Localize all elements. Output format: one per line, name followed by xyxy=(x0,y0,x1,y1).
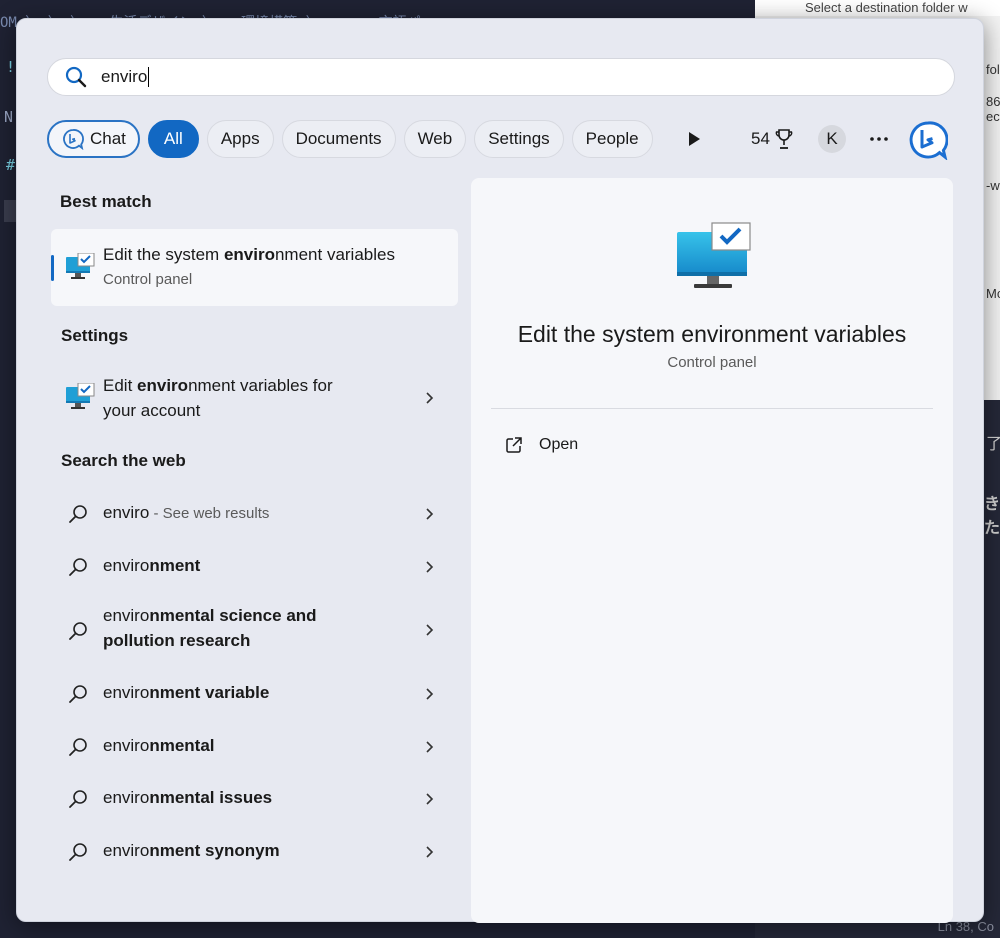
tab-all[interactable]: All xyxy=(147,120,199,158)
best-match-item[interactable]: Edit the system environment variables Co… xyxy=(51,229,458,306)
search-icon xyxy=(69,790,87,808)
system-properties-icon xyxy=(66,253,95,279)
best-match-heading: Best match xyxy=(60,192,152,211)
text-caret xyxy=(148,67,150,88)
web-result-row[interactable]: environment xyxy=(51,550,458,584)
web-result-row[interactable]: environmental science and pollution resea… xyxy=(51,602,458,658)
background-fragment: Mc xyxy=(986,286,1000,301)
tab-documents[interactable]: Documents xyxy=(281,120,396,158)
background-block xyxy=(4,200,16,222)
search-icon xyxy=(69,685,87,703)
open-label: Open xyxy=(539,436,579,453)
tab-chat[interactable]: Chat xyxy=(47,120,140,158)
background-fragment: 了 xyxy=(986,436,1000,453)
background-mark: ! xyxy=(6,58,16,76)
divider xyxy=(491,408,933,409)
chevron-right-icon xyxy=(426,741,434,753)
background-mark: N xyxy=(4,108,14,126)
preview-subtitle: Control panel xyxy=(667,354,757,371)
settings-item-label: Edit environment variables for your acco… xyxy=(103,376,333,420)
system-properties-icon xyxy=(677,222,751,288)
background-fragment: ect xyxy=(986,109,1000,124)
search-icon xyxy=(69,738,87,756)
chevron-right-icon xyxy=(426,688,434,700)
best-match-title: Edit the system environment variables xyxy=(103,245,395,264)
bing-icon[interactable] xyxy=(908,120,948,160)
more-options-icon[interactable] xyxy=(869,135,889,143)
settings-heading: Settings xyxy=(61,326,129,345)
search-panel: enviro Chat All Apps Documents Web Setti… xyxy=(16,18,984,923)
tab-settings[interactable]: Settings xyxy=(474,120,564,158)
tab-web[interactable]: Web xyxy=(403,120,467,158)
web-result-row[interactable]: environment variable xyxy=(51,677,458,711)
filter-tabs: Chat All Apps Documents Web Settings Peo… xyxy=(47,119,661,159)
chevron-right-icon xyxy=(426,793,434,805)
settings-item-user-env[interactable]: Edit environment variables for your acco… xyxy=(51,369,458,429)
web-result-label: enviro - See web results xyxy=(103,503,270,522)
chevron-right-icon xyxy=(426,624,434,636)
chevron-right-icon xyxy=(426,846,434,858)
web-result-label: environment xyxy=(103,556,201,575)
tab-people[interactable]: People xyxy=(571,120,653,158)
search-icon xyxy=(69,558,87,576)
open-external-icon xyxy=(506,437,522,453)
web-result-row[interactable]: environment synonym xyxy=(51,835,458,869)
web-result-row[interactable]: environmental xyxy=(51,730,458,764)
search-icon xyxy=(69,505,87,523)
system-properties-icon xyxy=(66,383,95,409)
search-icon xyxy=(65,66,87,88)
open-action[interactable]: Open xyxy=(505,433,578,457)
background-fragment: きた xyxy=(984,496,1000,537)
background-fragment: fol xyxy=(986,62,1000,77)
chevron-right-icon xyxy=(426,508,434,520)
background-fragment: -w xyxy=(986,178,1000,193)
search-input[interactable]: enviro xyxy=(101,67,954,88)
best-match-subtitle: Control panel xyxy=(103,271,193,288)
tab-chat-label: Chat xyxy=(90,129,126,148)
tab-apps[interactable]: Apps xyxy=(206,120,274,158)
search-icon xyxy=(69,843,87,861)
rewards-points-value: 54 xyxy=(751,129,770,148)
avatar[interactable]: K xyxy=(818,125,846,153)
play-more-icon[interactable] xyxy=(687,131,701,147)
background-mark: # xyxy=(6,156,16,174)
search-box[interactable]: enviro xyxy=(47,58,955,96)
selection-accent xyxy=(51,255,54,281)
trophy-icon xyxy=(775,129,793,149)
chevron-right-icon xyxy=(426,392,434,404)
web-result-label: environmental issues xyxy=(103,788,273,807)
web-result-label: environmental science and pollution resea… xyxy=(103,606,317,650)
web-result-label: environment variable xyxy=(103,683,270,702)
preview-title: Edit the system environment variables xyxy=(517,321,907,347)
search-web-heading: Search the web xyxy=(61,451,186,470)
search-icon xyxy=(69,622,87,640)
preview-pane: Edit the system environment variables Co… xyxy=(471,178,953,923)
web-result-label: environment synonym xyxy=(103,841,280,860)
web-result-row[interactable]: environmental issues xyxy=(51,782,458,816)
background-fragment: 86 xyxy=(986,94,1000,109)
rewards-points[interactable]: 54 xyxy=(751,119,793,159)
background-window-title: Select a destination folder w xyxy=(755,0,1000,16)
bing-chat-icon xyxy=(63,129,84,150)
web-result-row[interactable]: enviro - See web results xyxy=(51,497,458,531)
web-result-label: environmental xyxy=(103,736,215,755)
chevron-right-icon xyxy=(426,561,434,573)
